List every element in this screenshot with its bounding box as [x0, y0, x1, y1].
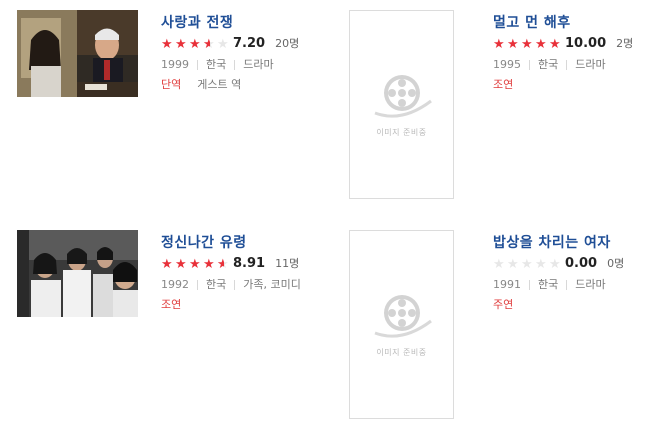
movie-title-4[interactable]: 밥상을 차리는 여자 [493, 233, 624, 253]
rating-score: 8.91 [233, 256, 266, 271]
rating-score: 0.00 [565, 256, 598, 271]
star-icon: ★ [507, 36, 519, 52]
role-row-2: 조연 [493, 75, 633, 95]
movie-genre: 드라마 [243, 58, 274, 71]
star-rating: ★ ★ ★ ★ ★ [161, 258, 230, 271]
star-icon: ★ [507, 256, 519, 272]
movie-meta-2: 1995 한국 드라마 [493, 55, 633, 75]
rating-row-4: ★ ★ ★ ★ ★ 0.00 0명 [493, 253, 624, 275]
rating-count: 2명 [616, 37, 634, 50]
movie-year: 1991 [493, 278, 521, 291]
rating-row-1: ★★★★★ 7.20 20명 [161, 33, 299, 55]
divider [197, 280, 198, 290]
role-row-4: 주연 [493, 295, 624, 315]
star-icon: ★ [535, 256, 547, 272]
role-type: 조연 [161, 298, 182, 311]
role-row-1: 단역 게스트 역 [161, 75, 299, 95]
star-icon: ★ [189, 256, 201, 272]
divider [566, 60, 568, 70]
star-rating: ★ ★ ★ ★ ★ [493, 38, 562, 51]
movie-card-1: 사랑과 전쟁 ★★★★★ 7.20 20명 1999한국드라마 단역게스트 역 [17, 10, 317, 210]
star-icon: ★ [217, 36, 229, 52]
star-icon: ★ [521, 36, 533, 52]
divider [234, 280, 236, 290]
star-icon: ★ [175, 256, 187, 272]
movie-country: 한국 [538, 278, 559, 291]
movie-card-3: 정신나간 유령 ★★★★★ 8.91 11명 1992한국가족, 코미디 조연 [17, 230, 317, 430]
rating-count: 0명 [607, 257, 625, 270]
star-icon: ★ [161, 256, 173, 272]
movie-card-4: 이미지 준비중 밥상을 차리는 여자 ★ ★ ★ ★ ★ 0.00 0명 1991 한국 드… [349, 230, 648, 430]
rating-count: 20명 [275, 37, 300, 50]
placeholder-text: 이미지 준비중 [376, 348, 427, 357]
divider [566, 280, 568, 290]
role-type: 단역 [161, 78, 182, 91]
star-icon: ★ [549, 36, 561, 52]
star-rating: ★ ★ ★ ★ ★ [493, 258, 562, 271]
movie-year: 1995 [493, 58, 521, 71]
movie-title-2[interactable]: 멀고 먼 해후 [493, 13, 633, 33]
divider [234, 60, 236, 70]
divider [529, 60, 530, 70]
rating-score: 10.00 [565, 36, 607, 51]
star-icon: ★ [189, 36, 201, 52]
rating-count: 11명 [275, 257, 300, 270]
movie-poster-1[interactable] [17, 10, 138, 97]
movie-meta-1: 1999 한국 드라마 [161, 55, 299, 75]
star-icon: ★ [493, 256, 505, 272]
role-type: 조연 [493, 78, 514, 91]
movie-year: 1999 [161, 58, 189, 71]
divider [529, 280, 530, 290]
star-icon: ★ [203, 38, 216, 51]
poster-placeholder-4[interactable]: 이미지 준비중 [349, 230, 454, 419]
star-icon: ★ [549, 256, 561, 272]
movie-year: 1992 [161, 278, 189, 291]
star-icon: ★ [161, 36, 173, 52]
movie-genre: 가족, 코미디 [243, 278, 301, 291]
film-reel-icon [373, 75, 432, 118]
rating-score: 7.20 [233, 36, 266, 51]
rating-row-2: ★ ★ ★ ★ ★ 10.00 2명 [493, 33, 633, 55]
film-reel-icon [373, 295, 432, 338]
movie-country: 한국 [206, 58, 227, 71]
star-rating: ★ ★ ★ ★ ★ [161, 38, 230, 51]
star-icon: ★ [521, 256, 533, 272]
star-icon: ★ [493, 36, 505, 52]
role-type: 주연 [493, 298, 514, 311]
movie-genre: 드라마 [575, 278, 606, 291]
divider [197, 60, 198, 70]
movie-country: 한국 [206, 278, 227, 291]
poster-placeholder-2[interactable]: 이미지 준비중 [349, 10, 454, 199]
movie-poster-3[interactable] [17, 230, 138, 317]
rating-row-3: ★★★★★ 8.91 11명 [161, 253, 301, 275]
movie-title-1[interactable]: 사랑과 전쟁 [161, 13, 299, 33]
movie-meta-3: 1992 한국 가족, 코미디 [161, 275, 301, 295]
star-icon: ★ [175, 36, 187, 52]
movie-genre: 드라마 [575, 58, 606, 71]
star-icon: ★ [217, 258, 230, 271]
placeholder-text: 이미지 준비중 [376, 128, 427, 137]
movie-title-3[interactable]: 정신나간 유령 [161, 233, 301, 253]
movie-card-2: 이미지 준비중 멀고 먼 해후 ★ ★ ★ ★ ★ 10.00 2명 1995 한국 드라마… [349, 10, 648, 210]
role-row-3: 조연 [161, 295, 301, 315]
role-name: 게스트 역 [197, 78, 242, 91]
movie-country: 한국 [538, 58, 559, 71]
star-icon: ★ [203, 256, 215, 272]
star-icon: ★ [535, 36, 547, 52]
movie-meta-4: 1991 한국 드라마 [493, 275, 624, 295]
